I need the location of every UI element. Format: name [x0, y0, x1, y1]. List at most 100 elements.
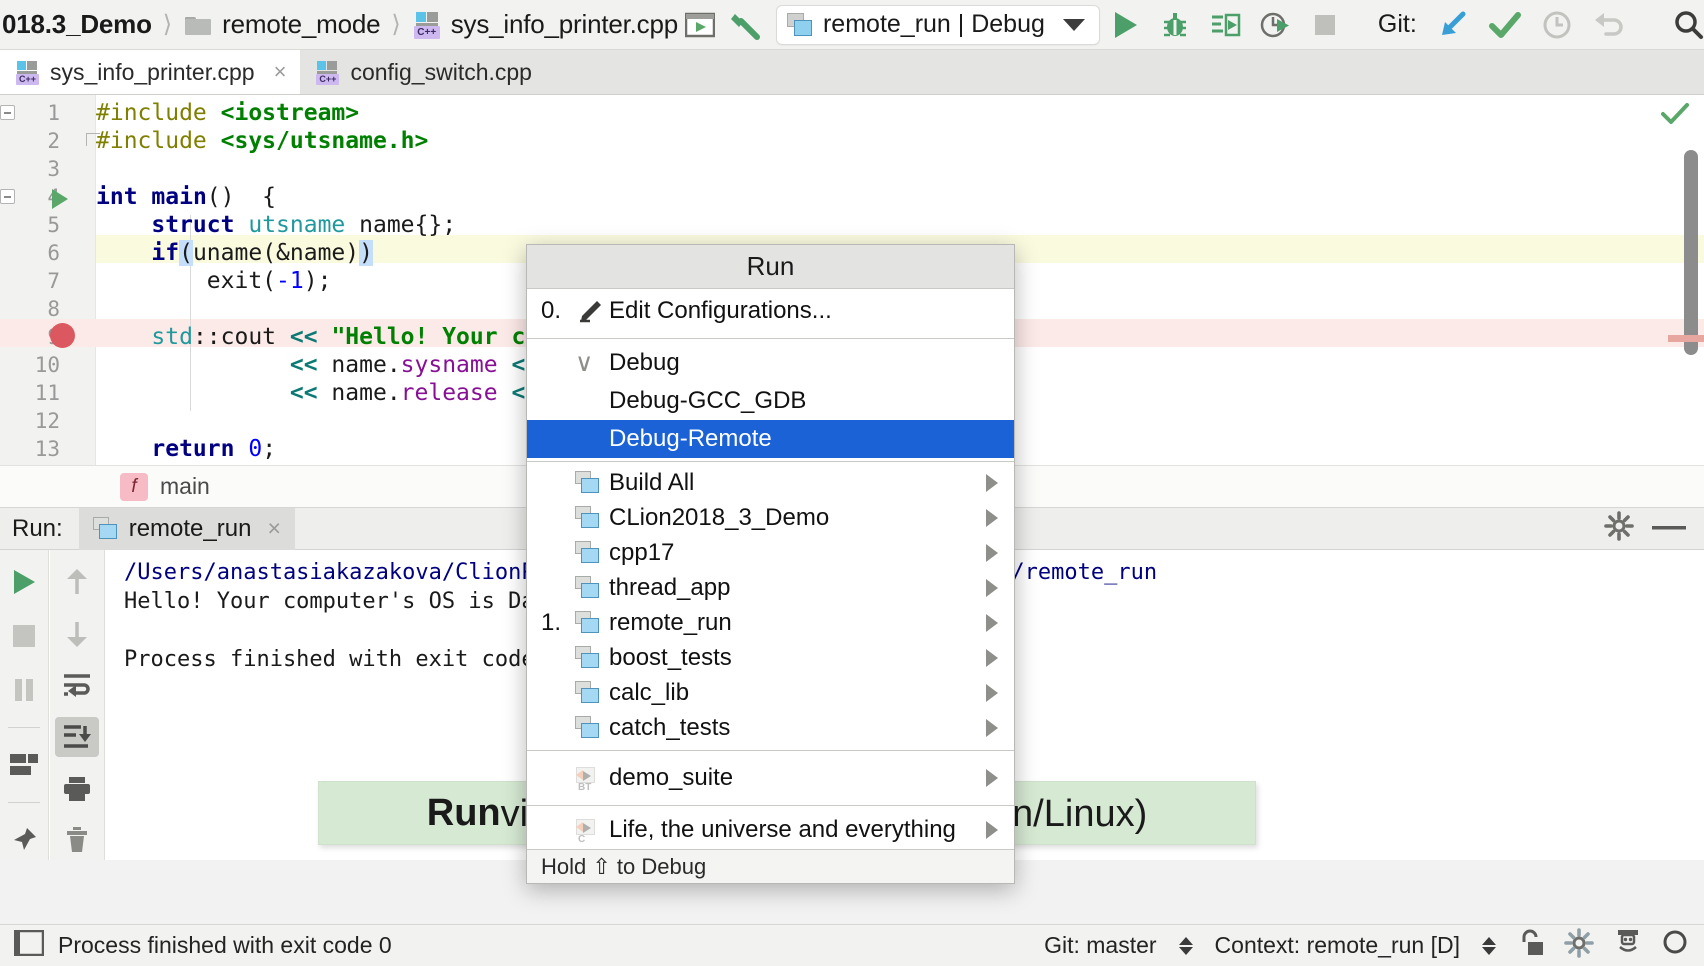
profile-icon[interactable] — [1250, 3, 1300, 47]
menu-item-build-all[interactable]: Build All — [527, 465, 1014, 500]
inspections-ok-icon[interactable] — [1661, 103, 1689, 125]
toolbar-divider — [8, 727, 40, 728]
function-name-label[interactable]: main — [160, 473, 210, 500]
submenu-arrow-icon[interactable] — [986, 649, 998, 667]
trash-icon[interactable] — [55, 820, 99, 860]
menu-item-label: boost_tests — [609, 644, 986, 672]
gear-icon[interactable] — [1604, 511, 1634, 546]
editor-tab-label: sys_info_printer.cpp — [50, 59, 255, 86]
up-arrow-icon[interactable] — [55, 562, 99, 602]
run-configuration-icon — [575, 506, 609, 529]
cpp-badge-label: C++ — [414, 26, 440, 39]
menu-item-thread-app[interactable]: thread_app — [527, 570, 1014, 605]
menu-item-demo-suite[interactable]: BT demo_suite — [527, 756, 1014, 800]
run-with-coverage-icon[interactable] — [1200, 3, 1250, 47]
console-line-exit: Process finished with exit code — [124, 647, 535, 672]
menu-item-clion2018-3-demo[interactable]: CLion2018_3_Demo — [527, 500, 1014, 535]
cpp-file-icon: C++ — [414, 11, 441, 39]
code-line: exit(-1); — [96, 267, 331, 295]
print-icon[interactable] — [55, 769, 99, 809]
menu-item-cpp17[interactable]: cpp17 — [527, 535, 1014, 570]
breadcrumb-item-folder[interactable]: remote_mode — [222, 9, 380, 40]
soft-wrap-icon[interactable] — [55, 665, 99, 705]
run-configuration-icon — [575, 681, 609, 704]
menu-item-debug-gcc-gdb[interactable]: Debug-GCC_GDB — [527, 382, 1014, 420]
editor-tab-sys-info-printer[interactable]: C++ sys_info_printer.cpp × — [0, 50, 300, 94]
settings-gear-icon[interactable] — [1564, 928, 1594, 963]
code-line: #include <sys/utsname.h> — [96, 127, 428, 155]
commit-icon[interactable] — [1479, 3, 1531, 47]
menu-item-label: calc_lib — [609, 679, 986, 707]
editor-tab-config-switch[interactable]: C++ config_switch.cpp — [300, 50, 546, 94]
breadcrumb-item-file[interactable]: sys_info_printer.cpp — [451, 9, 678, 40]
submenu-arrow-icon[interactable] — [986, 509, 998, 527]
down-arrow-icon[interactable] — [55, 614, 99, 654]
submenu-arrow-icon[interactable] — [986, 719, 998, 737]
submenu-arrow-icon[interactable] — [986, 769, 998, 787]
submenu-arrow-icon[interactable] — [986, 614, 998, 632]
unlock-icon[interactable] — [1518, 929, 1544, 962]
close-icon[interactable]: × — [267, 515, 280, 542]
toggle-layout-icon[interactable] — [14, 930, 44, 961]
run-tab-label: remote_run — [129, 515, 252, 543]
updown-arrows-icon[interactable] — [1482, 937, 1496, 955]
editor-tab-label: config_switch.cpp — [350, 59, 532, 86]
layout-icon[interactable] — [2, 745, 46, 785]
search-everywhere-icon[interactable] — [1663, 3, 1704, 47]
annotation-banner-strong: Run — [427, 792, 501, 835]
breadcrumb-item-project[interactable]: 018.3_Demo — [2, 9, 152, 40]
run-popup-menu[interactable]: Run 0. Edit Configurations... ∨ Debug De… — [526, 244, 1015, 884]
menu-item-calc-lib[interactable]: calc_lib — [527, 675, 1014, 710]
menu-item-edit-configurations[interactable]: 0. Edit Configurations... — [527, 289, 1014, 333]
code-line: << name.release << — [96, 379, 539, 407]
console-line-output: Hello! Your computer's OS is Da — [124, 589, 535, 614]
menu-item-debug[interactable]: ∨ Debug — [527, 344, 1014, 382]
stop-icon — [2, 616, 46, 656]
run-configuration-label: remote_run | Debug — [823, 10, 1045, 39]
menu-separator — [527, 461, 1014, 462]
close-icon[interactable]: × — [274, 61, 287, 83]
menu-item-boost-tests[interactable]: boost_tests — [527, 640, 1014, 675]
code-line: return 0; — [96, 435, 276, 463]
menu-item-label: remote_run — [609, 609, 986, 637]
hector-inspector-icon[interactable] — [1614, 928, 1642, 963]
minimize-icon[interactable] — [1652, 520, 1686, 538]
code-line: if(uname(&name)) — [96, 239, 373, 267]
menu-item-debug-remote[interactable]: Debug-Remote — [527, 420, 1014, 458]
update-project-icon[interactable] — [1427, 3, 1479, 47]
menu-item-catch-tests[interactable]: catch_tests — [527, 710, 1014, 745]
submenu-arrow-icon[interactable] — [986, 544, 998, 562]
history-icon — [1531, 3, 1583, 47]
hammer-icon[interactable] — [722, 3, 770, 47]
run-tool-window-title: Run: — [0, 515, 79, 543]
debug-icon[interactable] — [1150, 3, 1200, 47]
build-icon[interactable] — [678, 3, 722, 47]
rerun-icon[interactable] — [2, 562, 46, 602]
run-configuration-icon — [575, 716, 609, 739]
error-stripe-mark — [1668, 335, 1704, 342]
context-widget[interactable]: Context: remote_run [D] — [1215, 932, 1460, 959]
editor-scrollbar[interactable] — [1684, 150, 1698, 355]
updown-arrows-icon[interactable] — [1179, 937, 1193, 955]
run-icon[interactable] — [1100, 3, 1150, 47]
breadcrumb: 018.3_Demo ⟩ remote_mode ⟩ C++ sys_info_… — [0, 0, 678, 49]
submenu-arrow-icon[interactable] — [986, 684, 998, 702]
chevron-down-icon[interactable] — [1063, 19, 1085, 31]
submenu-arrow-icon[interactable] — [986, 821, 998, 839]
git-branch-widget[interactable]: Git: master — [1044, 932, 1156, 959]
catch-test-icon: C — [575, 819, 609, 842]
pin-icon[interactable] — [2, 820, 46, 860]
submenu-arrow-icon[interactable] — [986, 579, 998, 597]
magnifier-icon[interactable] — [1662, 928, 1690, 963]
breadcrumb-separator: ⟩ — [391, 10, 400, 39]
pencil-icon — [575, 299, 609, 323]
run-toolbar-primary — [0, 550, 49, 860]
run-tab-remote-run[interactable]: remote_run × — [79, 508, 295, 550]
editor-tab-bar: C++ sys_info_printer.cpp × C++ config_sw… — [0, 50, 1704, 95]
menu-item-remote-run[interactable]: 1. remote_run — [527, 605, 1014, 640]
submenu-arrow-icon[interactable] — [986, 474, 998, 492]
scroll-to-end-icon[interactable] — [55, 717, 99, 757]
code-line: std::cout << "Hello! Your co — [96, 323, 539, 351]
run-configuration-selector[interactable]: remote_run | Debug — [776, 5, 1100, 45]
menu-item-life-universe-everything[interactable]: C Life, the universe and everything — [527, 811, 1014, 849]
